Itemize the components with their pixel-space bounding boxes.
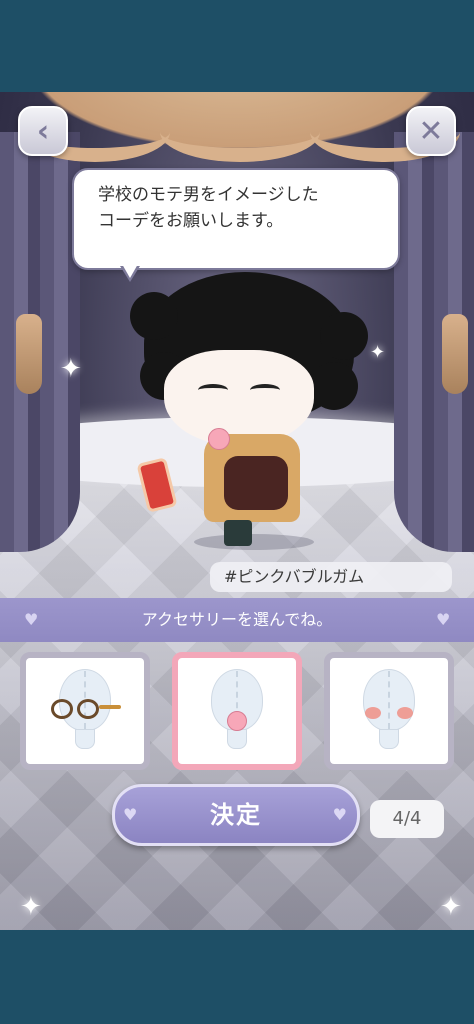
mannequin-base <box>75 729 95 749</box>
mannequin-base <box>227 729 247 749</box>
mannequin-head <box>357 669 421 753</box>
glasses-lens <box>77 699 99 719</box>
top-status-bar <box>0 0 474 92</box>
blush-icon <box>397 707 413 719</box>
speech-bubble: 学校のモテ男をイメージした コーデをお願いします。 <box>72 168 400 270</box>
speech-line-2: コーデをお願いします。 <box>98 211 284 231</box>
mannequin-head <box>205 669 269 753</box>
mannequin-seam <box>388 671 390 729</box>
right-eye <box>250 384 280 396</box>
round-glasses-icon <box>51 699 121 719</box>
bubble-gum-icon <box>227 711 247 731</box>
glasses-arm <box>99 705 121 709</box>
page-counter: 4/4 <box>370 800 444 838</box>
hair-curl <box>310 362 358 410</box>
back-chevron-icon: ‹ <box>36 113 50 149</box>
mannequin-head <box>51 669 121 753</box>
curtain-swag-center <box>160 102 320 162</box>
heart-icon: ♥ <box>436 610 451 629</box>
mannequin-base <box>379 729 399 749</box>
avatar-character <box>120 272 380 552</box>
sparkle-icon: ✦ <box>20 892 42 922</box>
bottom-bar <box>0 930 474 1024</box>
heart-icon: ♥ <box>332 805 349 824</box>
close-button[interactable]: ✕ <box>406 106 456 156</box>
heart-icon: ♥ <box>123 805 140 824</box>
hair-curl <box>320 312 368 360</box>
left-eye <box>198 384 228 396</box>
blush-icon <box>365 707 381 719</box>
choice-glasses[interactable] <box>20 652 150 770</box>
tassel-right <box>442 314 468 394</box>
character-bag <box>224 456 288 510</box>
character-phone <box>136 457 178 513</box>
hair-curl <box>130 292 178 340</box>
character-legs <box>224 520 252 546</box>
instruction-banner: ♥ アクセサリーを選んでね。 ♥ <box>0 598 474 642</box>
decide-button-label: 決定 <box>210 801 262 829</box>
back-button[interactable]: ‹ <box>18 106 68 156</box>
accessory-choices <box>0 652 474 772</box>
close-x-icon: ✕ <box>418 113 444 149</box>
choice-blush[interactable] <box>324 652 454 770</box>
outfit-hashtag: #ピンクバブルガム <box>210 562 452 592</box>
sparkle-icon: ✦ <box>60 354 82 384</box>
tassel-left <box>16 314 42 394</box>
character-face <box>164 350 314 446</box>
character-shadow <box>194 534 314 550</box>
heart-icon: ♥ <box>24 610 39 629</box>
speech-line-1: 学校のモテ男をイメージした <box>98 185 319 205</box>
glasses-lens <box>51 699 73 719</box>
sparkle-icon: ✦ <box>440 892 462 922</box>
decide-button[interactable]: ♥ 決定 ♥ <box>112 784 360 846</box>
instruction-text: アクセサリーを選んでね。 <box>141 610 333 629</box>
bubble-gum <box>208 428 230 450</box>
choice-bubble-gum[interactable] <box>172 652 302 770</box>
